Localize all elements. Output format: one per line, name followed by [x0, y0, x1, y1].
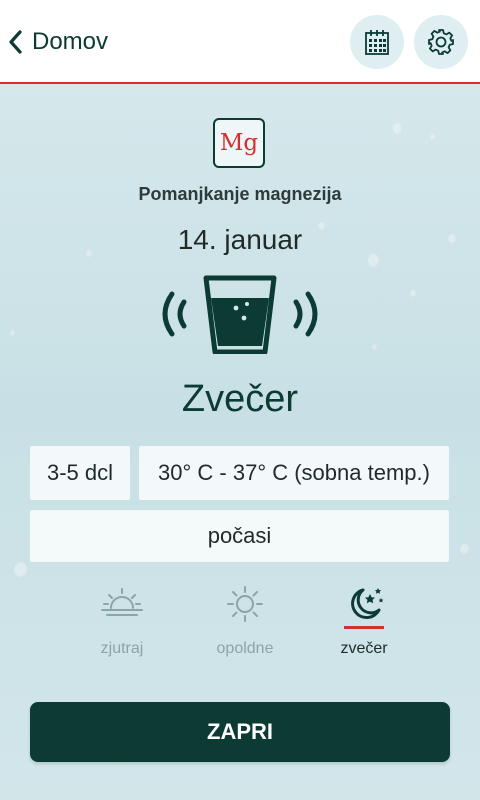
magnesium-badge: Mg	[213, 118, 265, 168]
back-label: Domov	[32, 28, 109, 55]
sunrise-icon	[101, 588, 143, 616]
bubble-decoration	[368, 254, 380, 268]
reminder-panel: Mg Pomanjkanje magnezija 14. januar Zveč…	[0, 84, 480, 800]
bubble-decoration	[460, 544, 470, 555]
calendar-button[interactable]	[350, 15, 404, 69]
moon-stars-icon	[351, 588, 384, 620]
active-period-indicator	[344, 626, 384, 629]
chevron-left-icon	[9, 30, 22, 54]
drinking-speed-field: počasi	[30, 510, 449, 562]
drink-glass-icon	[162, 275, 318, 354]
app-header: Domov	[0, 0, 480, 84]
time-of-day-label: zvečer	[340, 640, 388, 657]
sun-icon	[227, 586, 263, 622]
gear-icon	[428, 29, 454, 55]
bubble-decoration	[10, 330, 16, 337]
time-of-day-evening[interactable]: zvečer	[314, 584, 414, 658]
temperature-field: 30° C - 37° C (sobna temp.)	[139, 446, 449, 500]
condition-title: Pomanjkanje magnezija	[138, 184, 342, 204]
bubble-decoration	[410, 290, 417, 298]
back-button[interactable]: Domov	[6, 22, 108, 62]
time-of-day-label: opoldne	[216, 640, 274, 657]
amount-field: 3-5 dcl	[30, 446, 130, 500]
bubble-decoration	[372, 344, 378, 351]
time-of-day-noon[interactable]: opoldne	[195, 584, 295, 658]
calendar-icon	[365, 30, 389, 55]
bubble-decoration	[14, 562, 28, 578]
bubble-decoration	[430, 134, 436, 141]
close-button[interactable]: ZAPRI	[30, 702, 450, 762]
time-of-day-morning[interactable]: zjutraj	[72, 584, 172, 658]
reminder-period: Zvečer	[181, 378, 299, 420]
reminder-date: 14. januar	[177, 224, 303, 255]
settings-button[interactable]	[414, 15, 468, 69]
bubble-decoration	[393, 123, 403, 135]
time-of-day-label: zjutraj	[100, 640, 144, 657]
